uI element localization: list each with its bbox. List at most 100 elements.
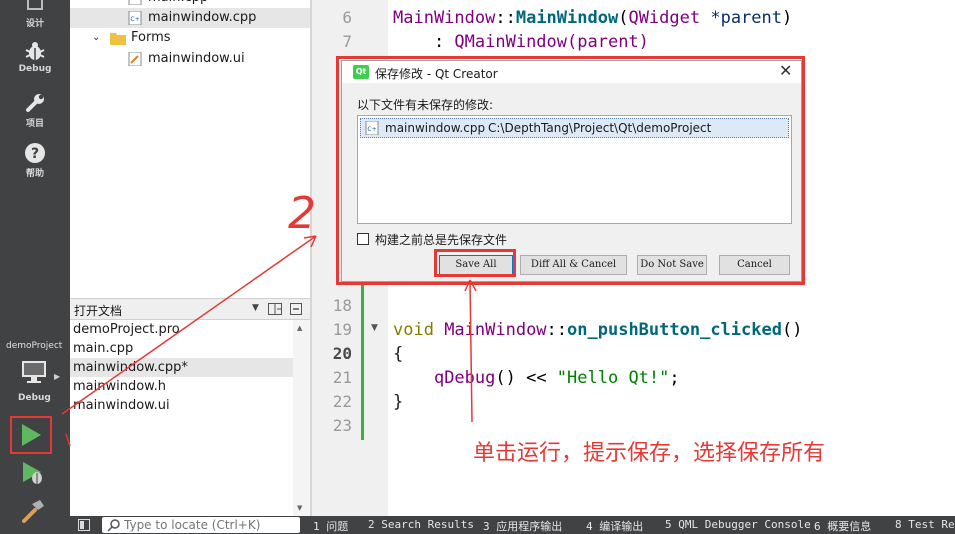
code-token: MainWindow <box>444 320 547 340</box>
mode-debug[interactable]: Debug <box>0 40 70 74</box>
toggle-sidebar-icon[interactable] <box>78 519 90 531</box>
code-token: on_pushButton_clicked <box>567 320 782 340</box>
tree-item-main-cpp[interactable]: main.cpp <box>70 0 310 8</box>
scroll-down-icon[interactable]: ▼ <box>297 504 302 512</box>
tree-item-forms[interactable]: ⌄ Forms <box>70 28 310 48</box>
start-debugging-icon[interactable] <box>20 460 46 486</box>
line-number: 7 <box>342 32 352 51</box>
code-token: *parent <box>700 8 782 28</box>
code-token: () <box>781 320 803 340</box>
code-token: QWidget <box>628 8 701 28</box>
status-bar: 1 问题 2 Search Results 3 应用程序输出 4 编译输出 5 … <box>70 516 955 534</box>
change-marker <box>361 282 364 440</box>
code-token: MainWindow <box>515 8 619 28</box>
output-tab-general-messages[interactable]: 6 概要信息 <box>814 518 871 534</box>
tree-item-label: mainwindow.cpp <box>148 10 257 25</box>
code-token: QMainWindow <box>454 32 568 52</box>
code-line-6: MainWindow::MainWindow(QWidget *parent) <box>393 6 792 30</box>
code-token: MainWindow <box>393 8 496 28</box>
line-number: 18 <box>332 296 352 315</box>
open-doc-item[interactable]: demoProject.pro <box>70 320 293 339</box>
scroll-up-icon[interactable]: ▲ <box>297 324 302 332</box>
code-line-21: qDebug() << "Hello Qt!"; <box>393 366 680 390</box>
mode-help[interactable]: ? 帮助 <box>0 142 70 179</box>
kit-project-name: demoProject <box>6 341 63 351</box>
help-icon: ? <box>25 143 45 163</box>
output-tab-compile-output[interactable]: 4 编译输出 <box>586 518 643 534</box>
code-token: ( <box>618 8 629 28</box>
search-icon <box>107 519 120 532</box>
mode-help-label: 帮助 <box>25 169 44 179</box>
mode-design-label: 设计 <box>25 19 44 29</box>
open-doc-item[interactable]: mainwindow.ui <box>70 396 293 415</box>
code-token: ) <box>782 8 793 28</box>
monitor-icon[interactable] <box>20 360 48 384</box>
line-number: 20 <box>332 344 352 363</box>
split-icon[interactable] <box>268 303 282 315</box>
output-tab-qml-console[interactable]: 5 QML Debugger Console <box>665 518 811 531</box>
code-token: qDebug <box>433 368 496 388</box>
tree-item-mainwindow-ui[interactable]: mainwindow.ui <box>70 49 310 69</box>
code-line-20: { <box>393 344 404 364</box>
open-documents-scrollbar[interactable]: ▲ ▼ <box>293 320 310 516</box>
code-token: :: <box>495 8 516 28</box>
build-hammer-icon[interactable] <box>20 498 46 524</box>
bug-icon <box>25 42 45 60</box>
run-button[interactable] <box>10 416 52 454</box>
mode-design[interactable]: 设计 <box>0 0 70 29</box>
code-line-7: : QMainWindow(parent) <box>393 30 649 54</box>
code-token: ; <box>669 368 680 388</box>
open-doc-item[interactable]: mainwindow.cpp* <box>70 358 293 377</box>
cpp-file-icon <box>128 0 142 5</box>
chevron-down-icon[interactable]: ⌄ <box>92 28 100 48</box>
line-number: 23 <box>332 416 352 435</box>
code-line-22: } <box>393 392 404 412</box>
annotation-instruction-text: 单击运行，提示保存，选择保存所有 <box>473 441 826 466</box>
open-documents-header: 打开文档 ▼ <box>70 298 310 320</box>
tree-item-mainwindow-cpp[interactable]: C+ mainwindow.cpp <box>70 8 310 28</box>
line-number: 6 <box>342 8 352 27</box>
mode-debug-label: Debug <box>18 64 52 74</box>
annotation-dialog-highlight <box>336 56 805 285</box>
code-token: : <box>393 32 455 52</box>
code-token: void <box>393 320 445 340</box>
code-token: (parent) <box>567 32 649 52</box>
output-tab-app-output[interactable]: 3 应用程序输出 <box>483 518 562 534</box>
line-number: 19 <box>332 320 352 339</box>
design-icon <box>27 0 43 10</box>
locator-box[interactable] <box>102 517 300 533</box>
wrench-icon <box>26 94 44 112</box>
output-tab-issues[interactable]: 1 问题 <box>313 518 348 534</box>
fold-arrow-icon[interactable]: ▼ <box>371 323 378 333</box>
code-token: () << <box>495 368 557 388</box>
output-tab-search-results[interactable]: 2 Search Results <box>368 518 474 531</box>
code-token: :: <box>546 320 568 340</box>
ui-file-icon <box>128 52 142 66</box>
run-icon <box>22 424 41 446</box>
caret-down-icon[interactable]: ▼ <box>252 303 259 313</box>
tree-item-label: mainwindow.ui <box>148 51 245 66</box>
tree-item-label: Forms <box>131 30 171 45</box>
code-line-19: void MainWindow::on_pushButton_clicked() <box>393 318 802 342</box>
line-number: 22 <box>332 392 352 411</box>
mode-project[interactable]: 项目 <box>0 92 70 129</box>
output-tab-test-results[interactable]: 8 Test Res <box>895 518 955 531</box>
kit-build-config: Debug <box>18 393 51 403</box>
close-panel-icon[interactable] <box>290 303 302 315</box>
open-doc-item[interactable]: main.cpp <box>70 339 293 358</box>
line-number: 21 <box>332 368 352 387</box>
tree-item-label: main.cpp <box>148 0 208 8</box>
open-documents-list: demoProject.pro main.cpp mainwindow.cpp*… <box>70 320 310 516</box>
kit-selector-arrow-icon[interactable]: ▶ <box>54 372 60 381</box>
mode-sidebar: 设计 Debug 项目 ? 帮助 demoProject ▶ Debug <box>0 0 70 534</box>
locator-input[interactable] <box>124 517 294 533</box>
cpp-file-icon: C+ <box>128 11 142 25</box>
mode-project-label: 项目 <box>25 119 44 129</box>
open-documents-title: 打开文档 <box>74 304 123 318</box>
project-tree: main.cpp C+ mainwindow.cpp ⌄ Forms mainw… <box>70 0 310 298</box>
open-doc-item[interactable]: mainwindow.h <box>70 377 293 396</box>
code-token: "Hello Qt!" <box>556 368 670 388</box>
folder-icon <box>110 33 126 45</box>
svg-text:?: ? <box>31 146 39 162</box>
